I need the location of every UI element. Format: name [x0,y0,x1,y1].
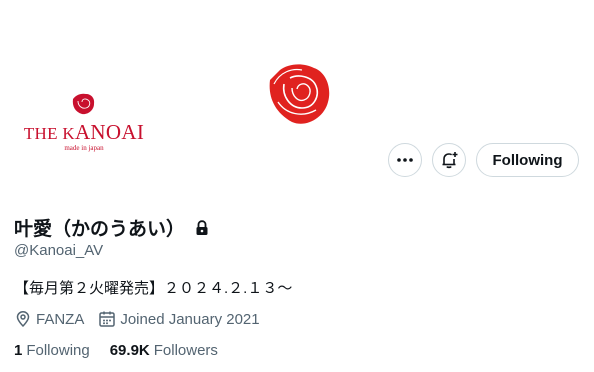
name-row: 叶愛（かのうあい） [14,214,209,241]
location-item: FANZA [14,310,84,328]
more-button[interactable] [388,143,422,177]
profile-bio: 【毎月第２火曜発売】２０２４.２.１３〜 [14,280,293,297]
followers-label: Followers [153,342,218,359]
brand-tagline: made in japan [64,144,104,152]
following-stat[interactable]: 1 Following [14,342,90,359]
bell-plus-icon [442,152,458,169]
user-handle: @Kanoai_AV [14,242,104,259]
follow-stats: 1 Following 69.9K Followers [14,342,238,359]
display-name: 叶愛（かのうあい） [14,219,186,240]
joined-text: Joined January 2021 [120,310,260,328]
following-button[interactable]: Following [476,143,579,177]
avatar[interactable]: THE KANOAI made in japan [14,72,154,212]
profile-meta: FANZA Joined January 2021 [14,310,274,328]
rose-icon [269,64,330,124]
following-count: 1 [14,342,23,359]
brand-logo: THE KANOAI [23,120,145,144]
calendar-icon [99,311,116,327]
location-pin-icon [16,311,30,328]
lock-icon [196,219,208,235]
followers-count: 69.9K [109,342,150,359]
more-icon [397,158,413,162]
following-label: Following [26,342,90,359]
followers-stat[interactable]: 69.9K Followers [110,342,218,359]
notifications-button[interactable] [432,143,466,177]
rose-logo-icon [72,93,95,115]
joined-item: Joined January 2021 [98,310,260,328]
location-text: FANZA [36,310,85,328]
